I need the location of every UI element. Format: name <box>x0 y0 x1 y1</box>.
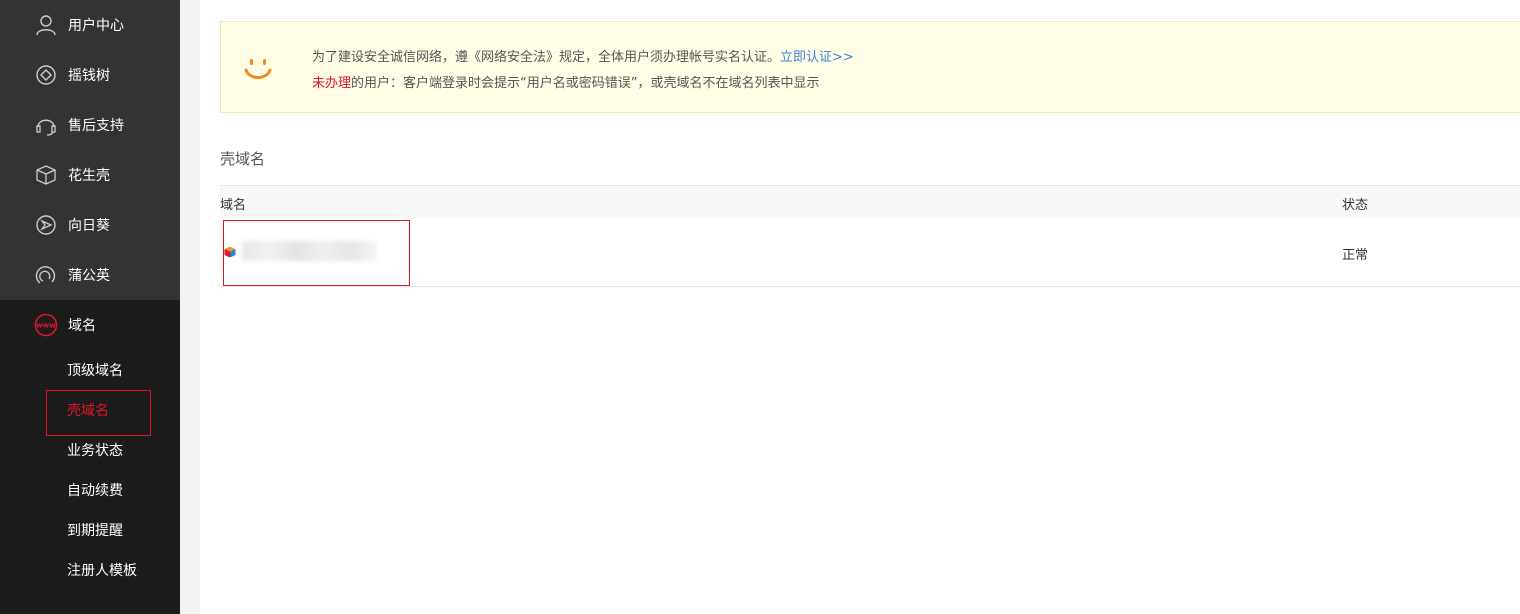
sidebar-subitem-top-level-domain[interactable]: 顶级域名 <box>0 350 180 390</box>
sidebar-subitem-expiry-reminder[interactable]: 到期提醒 <box>0 510 180 550</box>
dandelion-icon <box>34 263 58 287</box>
sidebar-item-label: 售后支持 <box>68 118 124 134</box>
table-row: 正常 <box>220 218 1520 287</box>
domain-cell[interactable] <box>223 220 410 286</box>
sidebar-item-peanut-shell[interactable]: 花生壳 <box>0 150 180 200</box>
sidebar-item-label: 向日葵 <box>68 218 110 234</box>
page-title: 壳域名 <box>220 150 266 168</box>
sidebar: 用户中心 摇钱树 售后支持 花生壳 向日葵 蒲公英 www 域名 顶级域名 壳域… <box>0 0 180 614</box>
sidebar-top-group: 用户中心 摇钱树 售后支持 花生壳 向日葵 蒲公英 <box>0 0 180 300</box>
table-header: 域名 状态 <box>220 185 1520 218</box>
sidebar-item-domain[interactable]: www 域名 <box>0 300 180 350</box>
sidebar-item-label: 用户中心 <box>68 18 124 34</box>
notice-text: 为了建设安全诚信网络，遵《网络安全法》规定，全体用户须办理帐号实名认证。 <box>312 50 781 65</box>
sidebar-item-label: 域名 <box>68 318 96 334</box>
notice-warning-text: 的用户：客户端登录时会提示“用户名或密码错误”，或壳域名不在域名列表中显示 <box>351 76 820 91</box>
sidebar-subitem-registrant-template[interactable]: 注册人模板 <box>0 550 180 590</box>
sidebar-item-sunflower[interactable]: 向日葵 <box>0 200 180 250</box>
box-icon <box>34 163 58 187</box>
sunflower-icon <box>34 213 58 237</box>
verification-notice: 为了建设安全诚信网络，遵《网络安全法》规定，全体用户须办理帐号实名认证。立即认证… <box>220 21 1520 113</box>
sidebar-item-money-tree[interactable]: 摇钱树 <box>0 50 180 100</box>
sidebar-item-support[interactable]: 售后支持 <box>0 100 180 150</box>
notice-unprocessed-label: 未办理 <box>312 76 352 91</box>
redacted-domain-name <box>242 241 377 261</box>
verify-now-link[interactable]: 立即认证>> <box>780 50 854 65</box>
domain-table: 域名 状态 正常 <box>220 185 1520 287</box>
content-gutter <box>180 0 200 614</box>
user-icon <box>34 13 58 37</box>
main-content: 为了建设安全诚信网络，遵《网络安全法》规定，全体用户须办理帐号实名认证。立即认证… <box>200 0 1520 614</box>
column-header-status: 状态 <box>1342 198 1369 213</box>
sidebar-item-label: 蒲公英 <box>68 268 110 284</box>
sidebar-subitem-auto-renew[interactable]: 自动续费 <box>0 470 180 510</box>
sidebar-item-label: 摇钱树 <box>68 68 110 84</box>
column-header-domain: 域名 <box>220 198 247 213</box>
notice-line-1: 为了建设安全诚信网络，遵《网络安全法》规定，全体用户须办理帐号实名认证。立即认证… <box>312 46 854 65</box>
sidebar-item-dandelion[interactable]: 蒲公英 <box>0 250 180 300</box>
www-icon: www <box>34 313 58 337</box>
smile-icon <box>243 56 273 82</box>
domain-cube-icon <box>224 246 236 258</box>
notice-line-2: 未办理的用户：客户端登录时会提示“用户名或密码错误”，或壳域名不在域名列表中显示 <box>312 72 820 91</box>
status-value: 正常 <box>1342 248 1369 263</box>
sidebar-item-user-center[interactable]: 用户中心 <box>0 0 180 50</box>
svg-text:www: www <box>36 322 56 330</box>
sidebar-item-label: 花生壳 <box>68 168 110 184</box>
diamond-icon <box>34 63 58 87</box>
sidebar-subitem-shell-domain[interactable]: 壳域名 <box>0 390 180 436</box>
sidebar-subitem-business-status[interactable]: 业务状态 <box>0 430 180 470</box>
headset-icon <box>34 113 58 137</box>
